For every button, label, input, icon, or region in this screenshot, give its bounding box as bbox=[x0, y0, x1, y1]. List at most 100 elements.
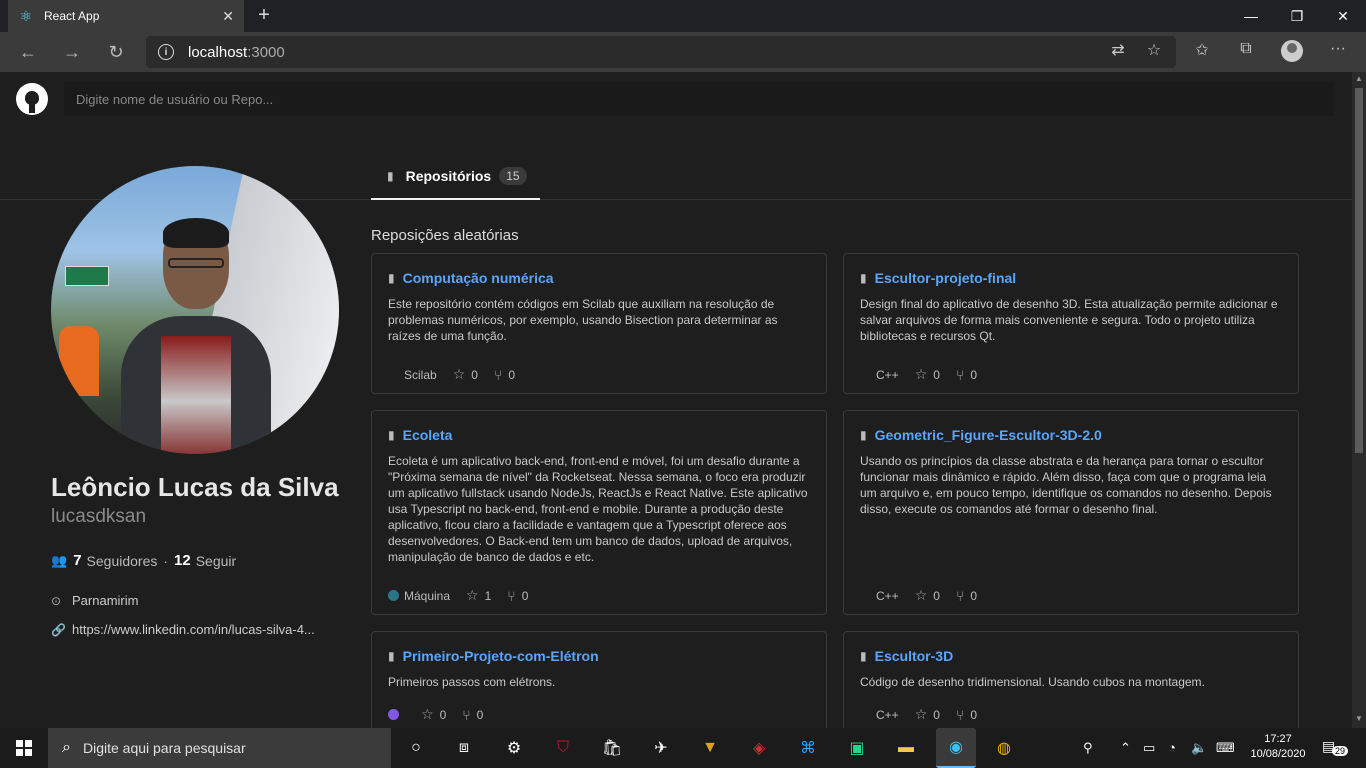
forward-icon[interactable]: → bbox=[60, 40, 84, 64]
mcafee-icon[interactable]: ⛉ bbox=[549, 734, 577, 762]
star-icon: ☆ bbox=[421, 706, 434, 722]
repo-name-link[interactable]: Ecoleta bbox=[403, 427, 453, 443]
close-window-icon[interactable]: ✕ bbox=[1320, 0, 1366, 32]
repo-forks: 0 bbox=[521, 588, 529, 603]
repo-book-icon: ▮ bbox=[388, 649, 395, 663]
volume-icon[interactable]: 🔈 bbox=[1191, 740, 1207, 756]
repo-stars: 0 bbox=[933, 707, 940, 722]
app-grid-icon[interactable]: ◈ bbox=[745, 734, 773, 762]
game-icon[interactable]: ▼ bbox=[696, 734, 724, 762]
profile-blog[interactable]: 🔗 https://www.linkedin.com/in/lucas-silv… bbox=[51, 622, 315, 637]
repo-description: Primeiros passos com elétrons. bbox=[388, 675, 556, 689]
close-tab-icon[interactable]: ✕ bbox=[222, 8, 234, 25]
repo-name-link[interactable]: Primeiro-Projeto-com-Elétron bbox=[403, 648, 599, 664]
star-icon: ☆ bbox=[452, 366, 466, 382]
edge-icon[interactable]: ◉ bbox=[936, 728, 976, 768]
repo-name-link[interactable]: Geometric_Figure-Escultor-3D-2.0 bbox=[875, 427, 1102, 443]
repo-stars: 0 bbox=[933, 588, 940, 603]
refresh-icon[interactable]: ↻ bbox=[104, 40, 128, 64]
task-view-icon[interactable]: ⧈ bbox=[450, 734, 478, 762]
repo-stars: 0 bbox=[471, 367, 478, 382]
repo-card[interactable]: ▮ Escultor-3D Código de desenho tridimens… bbox=[843, 631, 1299, 728]
blog-link[interactable]: https://www.linkedin.com/in/lucas-silva-… bbox=[72, 622, 315, 637]
taskbar-search[interactable]: ⌕ Digite aqui para pesquisar bbox=[48, 728, 391, 768]
tab-title: React App bbox=[44, 9, 100, 23]
repo-card[interactable]: ▮ Computação numérica Este repositório co… bbox=[371, 253, 827, 394]
clock-time: 17:27 bbox=[1264, 733, 1292, 745]
more-menu-icon[interactable]: ··· bbox=[1328, 40, 1348, 58]
repo-card[interactable]: ▮ Escultor-projeto-final Design final do … bbox=[843, 253, 1299, 394]
pycharm-icon[interactable]: ▣ bbox=[843, 734, 871, 762]
back-icon[interactable]: ← bbox=[16, 40, 40, 64]
followers-count: 7 bbox=[73, 552, 82, 569]
repo-name-link[interactable]: Escultor-projeto-final bbox=[875, 270, 1017, 286]
repo-card[interactable]: ▮ Primeiro-Projeto-com-Elétron Primeiros … bbox=[371, 631, 827, 728]
tab-repositories[interactable]: ▮ Repositórios 15 bbox=[371, 154, 540, 200]
chevron-up-icon[interactable]: ⌃ bbox=[1120, 740, 1131, 756]
vscode-icon[interactable]: ⌘ bbox=[794, 734, 822, 762]
repo-card[interactable]: ▮ Geometric_Figure-Escultor-3D-2.0 Usando… bbox=[843, 410, 1299, 615]
repo-language: C++ bbox=[876, 707, 899, 722]
github-logo-icon[interactable] bbox=[16, 83, 48, 115]
repo-stars: 1 bbox=[484, 588, 492, 603]
site-info-icon[interactable]: i bbox=[158, 44, 174, 60]
start-button[interactable] bbox=[0, 728, 48, 768]
wifi-icon[interactable]: ◔ bbox=[1168, 740, 1176, 755]
repo-name-link[interactable]: Computação numérica bbox=[403, 270, 554, 286]
star-icon: ☆ bbox=[914, 706, 928, 722]
file-explorer-icon[interactable]: ▬ bbox=[892, 734, 920, 762]
repo-meta: Máquina ☆ 1 ⑂ 0 bbox=[388, 587, 544, 604]
cortana-icon[interactable]: ○ bbox=[402, 734, 430, 762]
repo-description: Design final do aplicativo de desenho 3D… bbox=[860, 297, 1278, 343]
page-scrollbar[interactable]: ▲ ▼ bbox=[1352, 72, 1366, 728]
people-icon: 👥 bbox=[51, 552, 68, 568]
repo-stars: 0 bbox=[933, 367, 940, 382]
repo-card[interactable]: ▮ Ecoleta Ecoleta é um aplicativo back-en… bbox=[371, 410, 827, 615]
repo-meta: ☆ 0 ⑂ 0 bbox=[388, 706, 499, 723]
repo-book-icon: ▮ bbox=[387, 169, 394, 183]
repo-description: Este repositório contém códigos em Scila… bbox=[388, 297, 778, 343]
browser-profile-avatar[interactable] bbox=[1281, 40, 1303, 62]
repo-name-link[interactable]: Escultor-3D bbox=[875, 648, 954, 664]
fork-icon: ⑂ bbox=[955, 706, 965, 723]
scroll-down-icon[interactable]: ▼ bbox=[1355, 714, 1363, 723]
tab-repositories-label: Repositórios bbox=[405, 168, 492, 184]
link-icon: 🔗 bbox=[51, 622, 66, 637]
restore-icon[interactable]: ❐ bbox=[1274, 0, 1320, 32]
fork-icon: ⑂ bbox=[507, 587, 516, 604]
address-bar[interactable]: i localhost:3000 bbox=[146, 36, 1176, 68]
clock[interactable]: 17:27 10/08/2020 bbox=[1246, 732, 1310, 762]
following-label[interactable]: Seguir bbox=[196, 553, 236, 569]
repo-description: Ecoleta é um aplicativo back-end, front-… bbox=[388, 454, 808, 564]
browser-tab[interactable]: ⚛ React App ✕ bbox=[8, 0, 244, 32]
repo-language: C++ bbox=[876, 588, 899, 603]
location-pin-icon: ⊙ bbox=[51, 593, 62, 608]
new-tab-icon[interactable]: + bbox=[254, 4, 274, 27]
repo-book-icon: ▮ bbox=[860, 271, 867, 285]
people-tray-icon[interactable]: ⚲ bbox=[1083, 740, 1093, 756]
repo-book-icon: ▮ bbox=[388, 271, 395, 285]
repo-language: C++ bbox=[876, 367, 899, 382]
scroll-up-icon[interactable]: ▲ bbox=[1355, 74, 1363, 83]
windows-logo-icon bbox=[16, 740, 32, 756]
translate-icon[interactable]: ⇄ bbox=[1108, 40, 1128, 60]
app-icon[interactable]: ✈ bbox=[647, 734, 675, 762]
ime-icon[interactable]: ⌨ bbox=[1216, 740, 1235, 756]
followers-label[interactable]: Seguidores bbox=[87, 553, 158, 569]
search-input[interactable] bbox=[64, 82, 1334, 116]
language-color-dot bbox=[388, 590, 399, 601]
favorite-star-icon[interactable]: ☆ bbox=[1144, 40, 1164, 60]
notifications-icon[interactable]: ▤ 29 bbox=[1322, 738, 1352, 760]
favorites-list-icon[interactable]: ✩ bbox=[1192, 40, 1212, 60]
settings-gear-icon[interactable]: ⚙ bbox=[500, 734, 528, 762]
store-icon[interactable]: 🛍 bbox=[598, 734, 626, 762]
fork-icon: ⑂ bbox=[955, 587, 965, 604]
collections-icon[interactable]: ⧉ bbox=[1236, 40, 1256, 58]
minimize-icon[interactable]: — bbox=[1228, 0, 1274, 32]
chrome-icon[interactable]: ◍ bbox=[990, 734, 1018, 762]
scrollbar-thumb[interactable] bbox=[1355, 88, 1363, 453]
follow-stats: 👥 7 Seguidores · 12 Seguir bbox=[51, 552, 237, 569]
url-port: :3000 bbox=[247, 43, 285, 61]
repo-forks: 0 bbox=[508, 367, 516, 382]
battery-icon[interactable]: ▭ bbox=[1143, 740, 1155, 756]
